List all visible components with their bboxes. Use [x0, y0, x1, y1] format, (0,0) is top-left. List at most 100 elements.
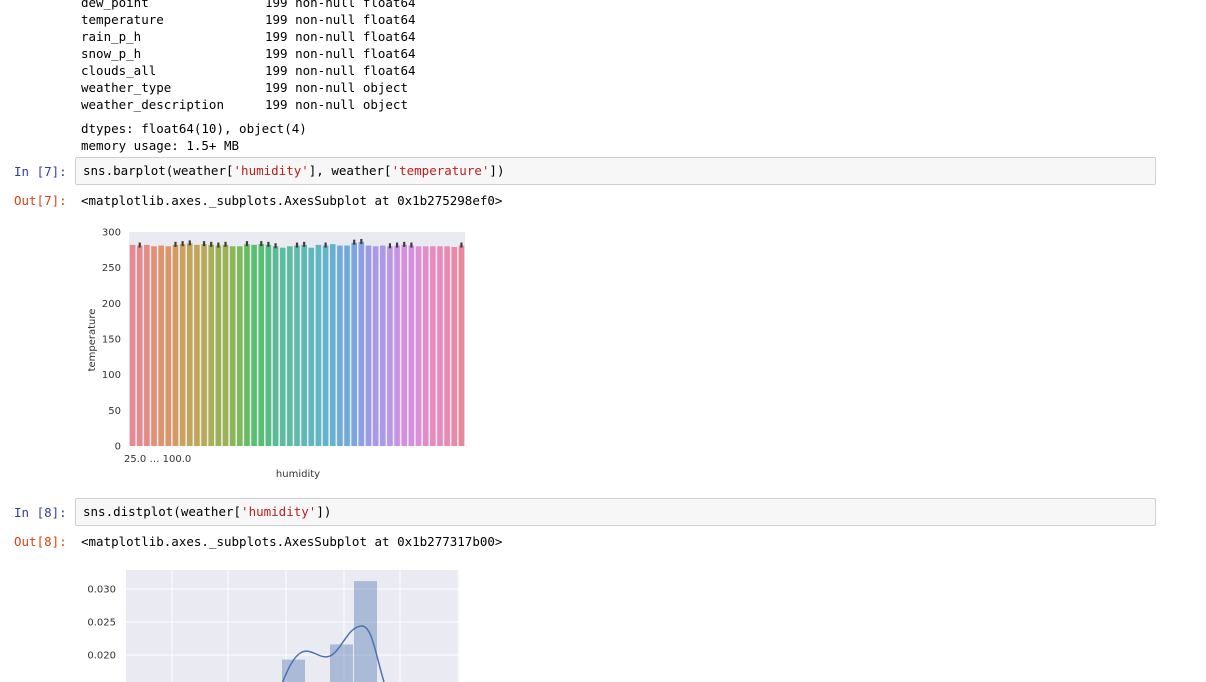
info-row: snow_p_h 199 non-null float64 — [81, 45, 416, 62]
bar — [408, 245, 415, 446]
output-text-8: <matplotlib.axes._subplots.AxesSubplot a… — [81, 534, 503, 549]
memory-usage-line: memory usage: 1.5+ MB — [81, 138, 240, 153]
info-row: rain_p_h 199 non-null float64 — [81, 28, 416, 45]
bar — [451, 246, 458, 446]
bar — [322, 245, 329, 446]
column-info: 199 non-null float64 — [265, 12, 416, 27]
code-cell-8-input[interactable]: sns.distplot(weather['humidity']) — [75, 498, 1156, 526]
code-string: 'humidity' — [233, 163, 309, 178]
bar — [237, 246, 243, 446]
bar — [415, 246, 422, 446]
bar — [344, 245, 350, 446]
code-cell-7-input[interactable]: sns.barplot(weather['humidity'], weather… — [75, 157, 1156, 185]
bar — [351, 242, 357, 446]
bar — [329, 244, 336, 446]
bar — [372, 246, 379, 446]
y-tick-label: 0 — [115, 442, 121, 453]
bar — [315, 244, 322, 446]
x-axis-label: humidity — [276, 469, 320, 480]
bar — [401, 244, 408, 446]
column-info: 199 non-null float64 — [265, 63, 416, 78]
info-row: dew_point 199 non-null float64 — [81, 0, 416, 11]
info-row: weather_type 199 non-null object — [81, 79, 408, 96]
column-name: clouds_all — [81, 63, 157, 78]
bar — [229, 246, 236, 446]
bar — [358, 241, 365, 446]
y-tick-label: 250 — [102, 263, 121, 274]
dtypes-line: dtypes: float64(10), object(4) — [81, 121, 307, 136]
y-tick-label: 50 — [108, 406, 121, 417]
bar — [258, 244, 265, 446]
bar — [444, 246, 450, 446]
histogram-bar — [354, 581, 377, 682]
column-name: weather_description — [81, 97, 224, 112]
column-name: snow_p_h — [81, 46, 142, 61]
barplot-chart: 0 50 100 150 200 250 300 25.0 … 100.0 humidity… — [87, 228, 465, 480]
code-token: sns.distplot(weather[ — [83, 504, 242, 519]
y-tick-label: 150 — [102, 335, 121, 346]
x-tick-labels: 25.0 … 100.0 — [124, 454, 191, 465]
out-prompt-7: Out[7]: — [14, 193, 67, 208]
info-row: temperature 199 non-null float64 — [81, 11, 416, 28]
in-prompt-8: In [8]: — [14, 505, 67, 520]
bar — [301, 244, 307, 446]
column-name: rain_p_h — [81, 29, 142, 44]
bar — [244, 244, 250, 446]
bar — [272, 246, 279, 446]
bar — [394, 245, 400, 446]
bar — [287, 246, 293, 446]
bar — [294, 245, 300, 446]
code-string: 'humidity' — [241, 504, 317, 519]
bar — [308, 247, 315, 446]
bar — [379, 245, 386, 446]
column-info: 199 non-null object — [265, 97, 408, 112]
info-row: weather_description 199 non-null object — [81, 96, 408, 113]
bar — [144, 244, 150, 446]
bar — [437, 246, 443, 446]
distplot-chart: 0.020 0.025 0.030 — [87, 570, 459, 682]
histogram-bar — [282, 659, 305, 682]
y-axis-label: temperature — [87, 309, 98, 372]
bar — [136, 245, 143, 446]
bar — [158, 245, 164, 446]
bar — [208, 244, 215, 446]
bar — [201, 244, 207, 446]
bar — [172, 244, 179, 446]
bar — [251, 244, 257, 446]
column-info: 199 non-null float64 — [265, 0, 416, 10]
code-token: ]) — [489, 163, 505, 178]
code-token: ]) — [316, 504, 332, 519]
bar — [265, 244, 272, 446]
output-text-7: <matplotlib.axes._subplots.AxesSubplot a… — [81, 193, 503, 208]
code-token: sns.barplot(weather[ — [83, 163, 234, 178]
bar — [422, 246, 429, 446]
y-tick-label: 200 — [102, 299, 121, 310]
y-tick-label: 0.020 — [87, 651, 116, 662]
y-tick-label: 0.025 — [87, 618, 116, 629]
bar — [129, 244, 136, 446]
column-name: dew_point — [81, 0, 149, 10]
y-tick-label: 100 — [102, 370, 121, 381]
code-token: ], weather[ — [308, 163, 392, 178]
bar — [279, 247, 286, 446]
bar — [387, 246, 393, 446]
bar — [215, 245, 222, 446]
bar — [337, 245, 343, 446]
column-info: 199 non-null object — [265, 80, 408, 95]
bar — [179, 244, 186, 446]
bar — [222, 244, 229, 446]
column-info: 199 non-null float64 — [265, 29, 416, 44]
column-name: weather_type — [81, 80, 172, 95]
bar — [165, 246, 172, 446]
histogram-bar — [330, 644, 353, 682]
bar — [458, 245, 465, 446]
in-prompt-7: In [7]: — [14, 164, 67, 179]
code-string: 'temperature' — [391, 163, 490, 178]
bar — [430, 246, 436, 446]
column-name: temperature — [81, 12, 164, 27]
out-prompt-8: Out[8]: — [14, 534, 67, 549]
bar — [186, 243, 193, 446]
bar — [365, 245, 372, 446]
info-row: clouds_all 199 non-null float64 — [81, 62, 416, 79]
y-tick-label: 300 — [102, 228, 121, 239]
